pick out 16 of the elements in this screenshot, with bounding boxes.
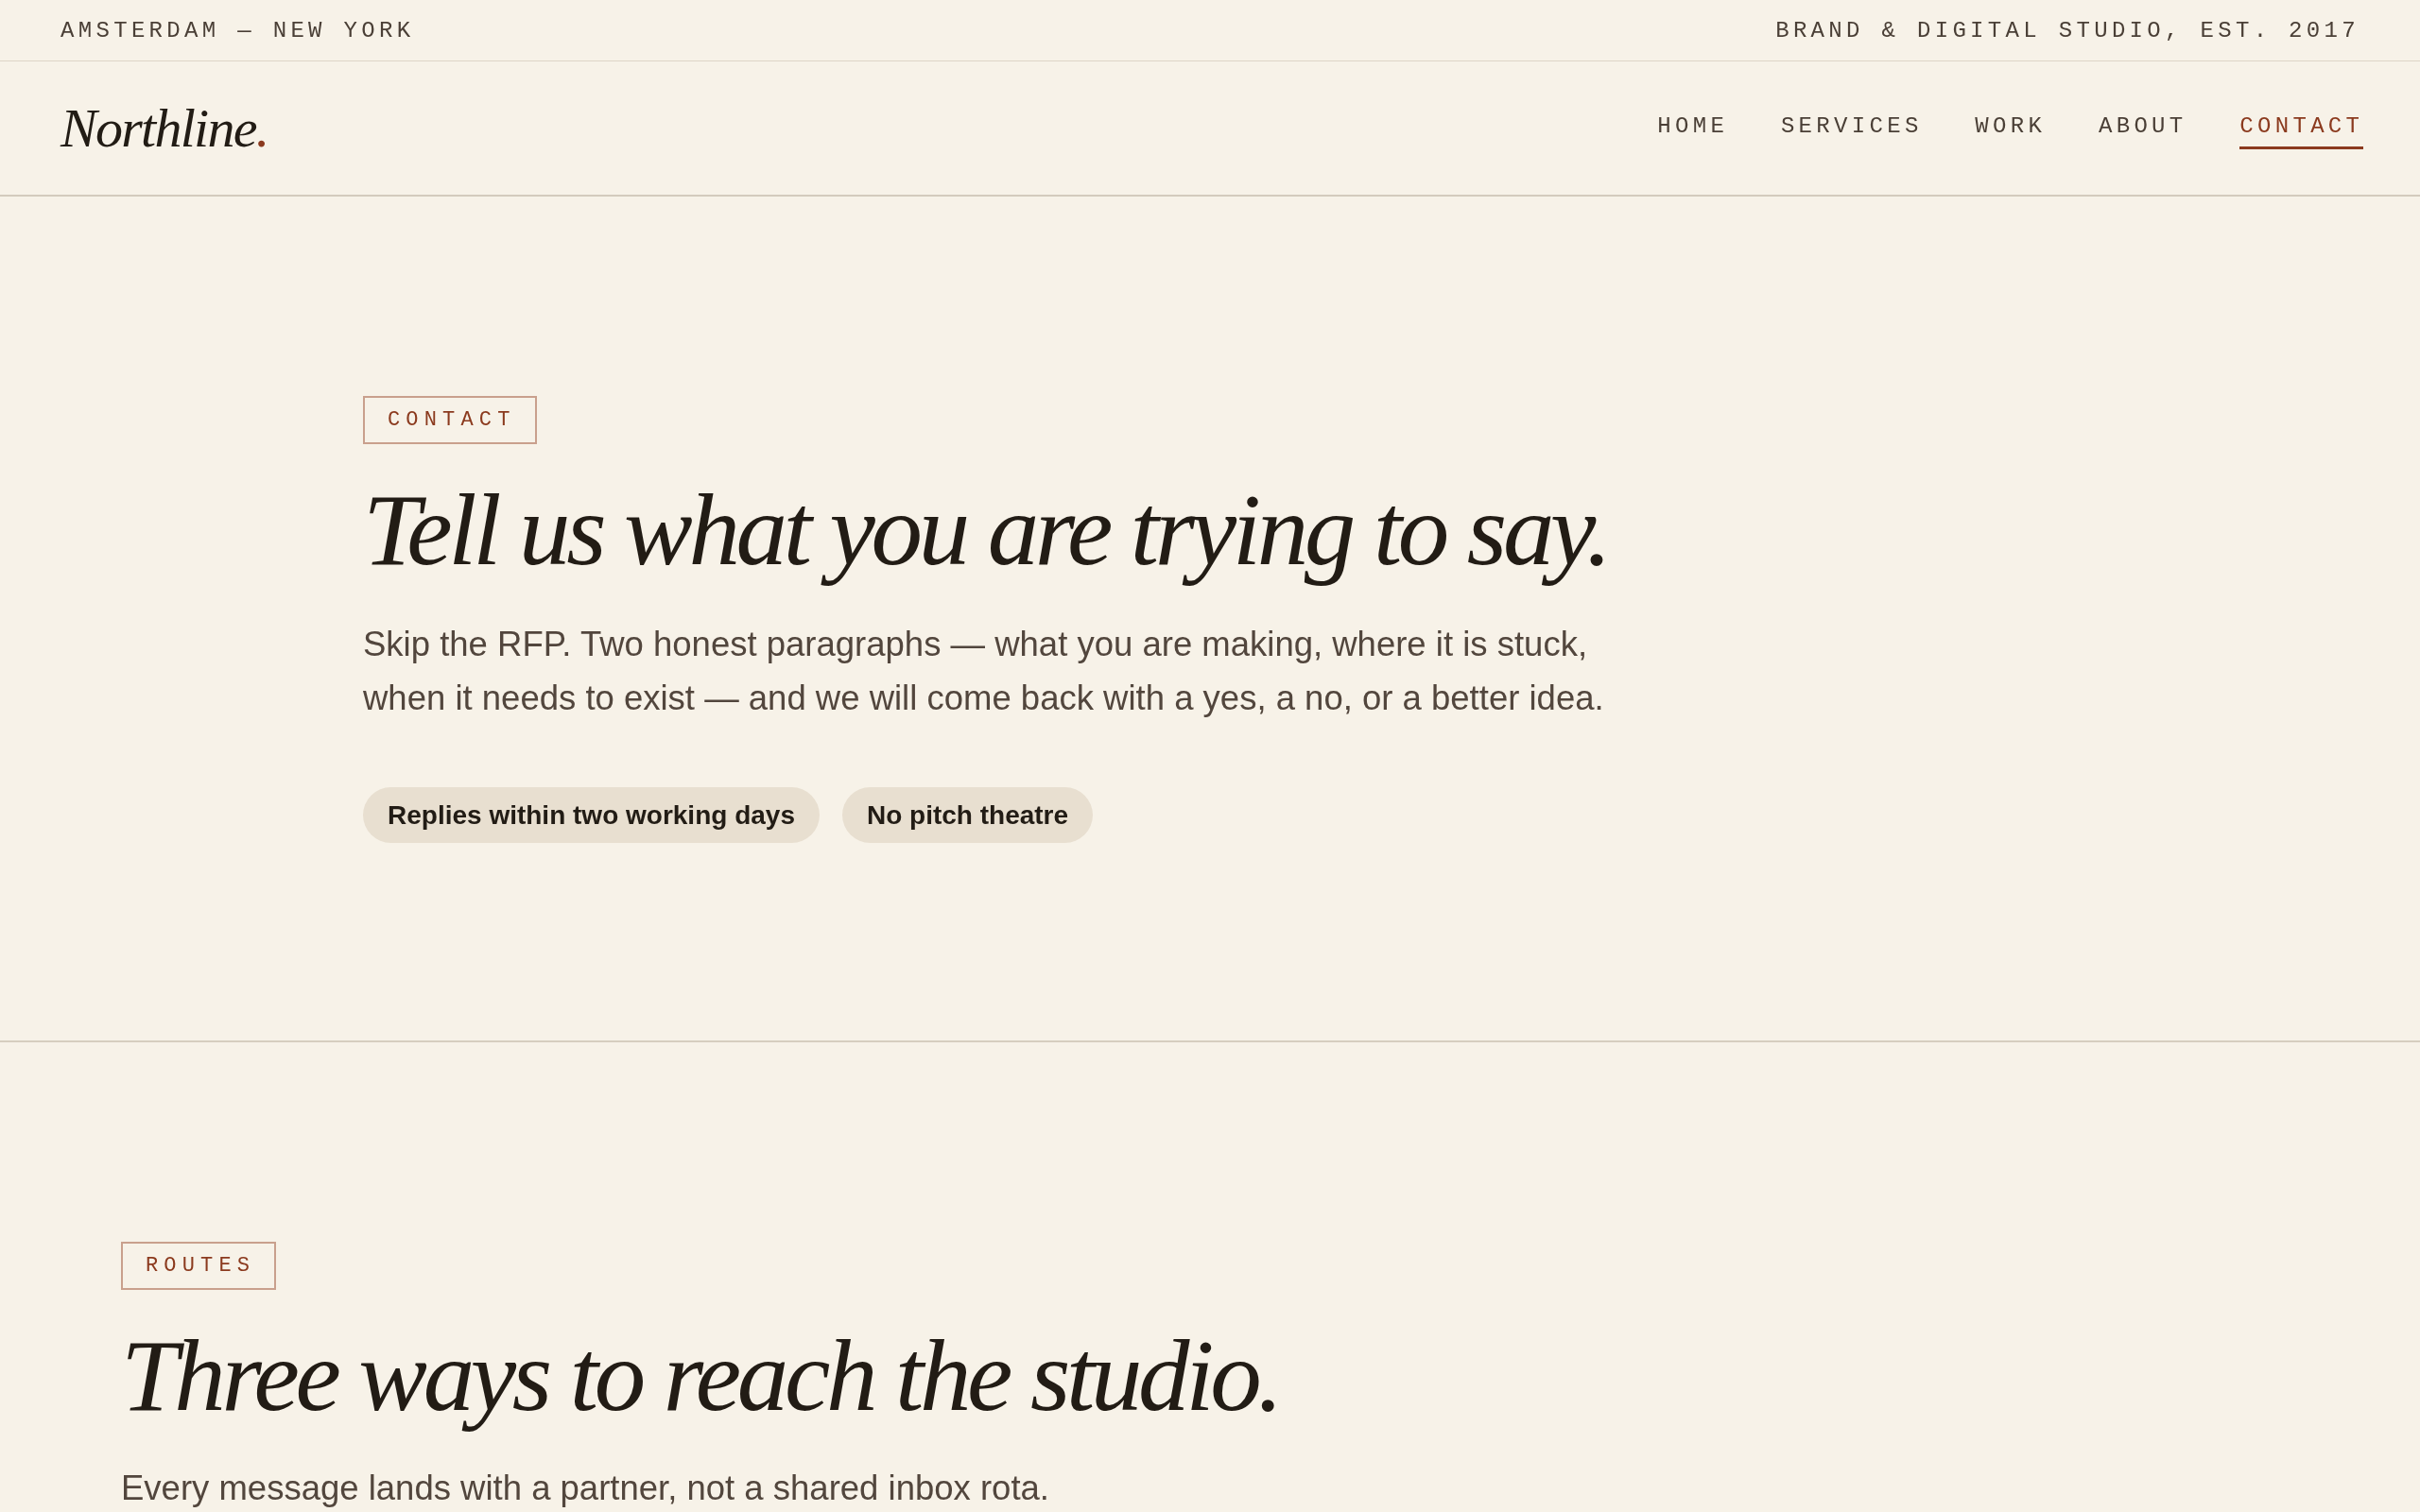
section-tag: ROUTES bbox=[121, 1242, 277, 1290]
section-tag: CONTACT bbox=[363, 396, 537, 444]
intro-paragraph: Skip the RFP. Two honest paragraphs — what you are making, where it is stuck, when it needs to exist — and we will come back with a yes, a no, or a better idea. bbox=[363, 624, 1605, 720]
location-text: AMSTERDAM — NEW YORK bbox=[60, 17, 415, 43]
nav-link[interactable]: HOME bbox=[1657, 107, 1729, 149]
info-chip: No pitch theatre bbox=[841, 787, 1094, 844]
section-heading: Three ways to reach the studio. bbox=[121, 1317, 1280, 1435]
section-heading: Tell us what you are trying to say. bbox=[363, 472, 1608, 589]
nav-link[interactable]: SERVICES bbox=[1780, 107, 1923, 149]
intro-paragraph: Every message lands with a partner, not a shared inbox rota. bbox=[121, 1468, 1049, 1510]
logo-link[interactable]: Northline. bbox=[60, 97, 268, 159]
studio-tagline: BRAND & DIGITAL STUDIO, EST. 2017 bbox=[1775, 17, 2360, 43]
nav-link[interactable]: CONTACT bbox=[2239, 107, 2364, 149]
info-chip: Replies within two working days bbox=[363, 787, 820, 844]
nav-link[interactable]: ABOUT bbox=[2098, 107, 2187, 149]
nav-link[interactable]: WORK bbox=[1975, 107, 2047, 149]
